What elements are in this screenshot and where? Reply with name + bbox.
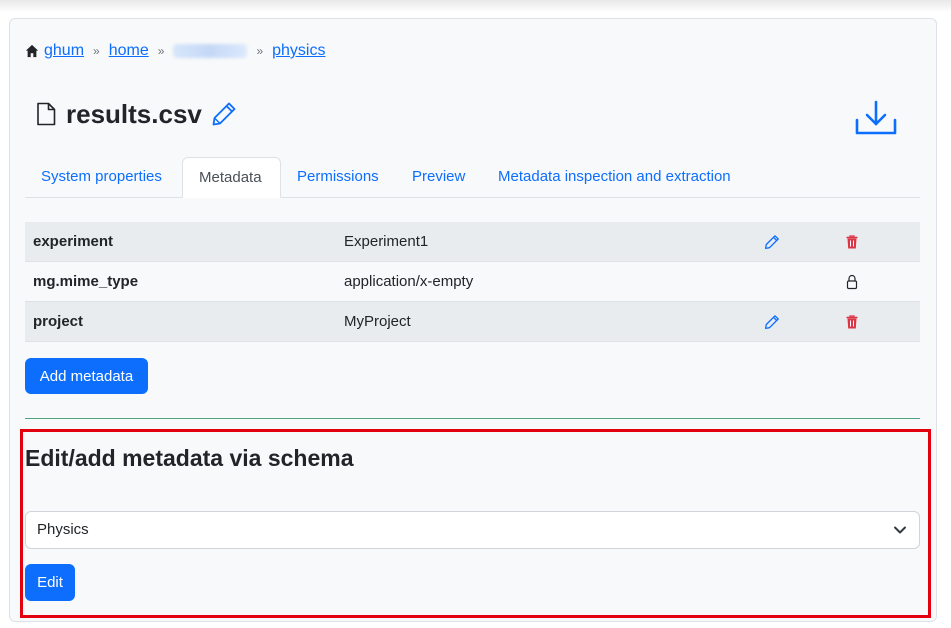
breadcrumb-separator: » xyxy=(157,44,165,58)
top-shadow xyxy=(0,0,951,12)
lock-icon xyxy=(846,274,858,290)
house-icon[interactable] xyxy=(25,44,39,58)
breadcrumb-item-physics[interactable]: physics xyxy=(272,42,325,60)
trash-icon[interactable] xyxy=(844,234,860,250)
breadcrumb-separator: » xyxy=(93,44,100,58)
breadcrumb-item-home[interactable]: home xyxy=(109,42,149,60)
trash-icon[interactable] xyxy=(844,314,860,330)
schema-section-title: Edit/add metadata via schema xyxy=(25,445,354,471)
tab-metadata[interactable]: Metadata xyxy=(182,157,281,198)
tab-preview[interactable]: Preview xyxy=(396,157,482,197)
table-row: project MyProject xyxy=(25,301,920,342)
schema-select[interactable]: Physics xyxy=(25,511,920,549)
add-metadata-button[interactable]: Add metadata xyxy=(25,358,148,394)
metadata-key: project xyxy=(25,301,344,342)
tab-permissions[interactable]: Permissions xyxy=(281,157,395,197)
download-icon[interactable] xyxy=(854,100,898,138)
breadcrumb-item-redacted[interactable] xyxy=(173,44,248,58)
page-title: results.csv xyxy=(66,98,202,129)
pencil-icon[interactable] xyxy=(764,234,780,250)
table-row: mg.mime_type application/x-empty xyxy=(25,261,920,302)
chevron-down-icon xyxy=(894,526,906,534)
metadata-table: experiment Experiment1 mg.mime_type appl… xyxy=(25,222,920,342)
tab-metadata-inspection[interactable]: Metadata inspection and extraction xyxy=(482,157,762,197)
tab-system-properties[interactable]: System properties xyxy=(25,157,181,197)
pencil-icon[interactable] xyxy=(210,100,238,128)
table-row: experiment Experiment1 xyxy=(25,222,920,262)
pencil-icon[interactable] xyxy=(764,314,780,330)
breadcrumb-item-ghum[interactable]: ghum xyxy=(44,42,84,60)
metadata-value: Experiment1 xyxy=(344,222,764,262)
section-divider xyxy=(25,418,920,419)
metadata-value: MyProject xyxy=(344,301,764,342)
metadata-key: experiment xyxy=(25,222,344,262)
breadcrumb: ghum » home » » physics xyxy=(25,41,325,61)
file-header: results.csv xyxy=(36,98,238,130)
metadata-key: mg.mime_type xyxy=(25,261,344,302)
breadcrumb-separator: » xyxy=(256,44,264,58)
metadata-value: application/x-empty xyxy=(344,261,764,302)
tab-bar: System properties Metadata Permissions P… xyxy=(25,157,920,198)
edit-schema-button[interactable]: Edit xyxy=(25,564,75,601)
schema-select-value: Physics xyxy=(37,521,89,538)
file-icon xyxy=(37,102,56,126)
